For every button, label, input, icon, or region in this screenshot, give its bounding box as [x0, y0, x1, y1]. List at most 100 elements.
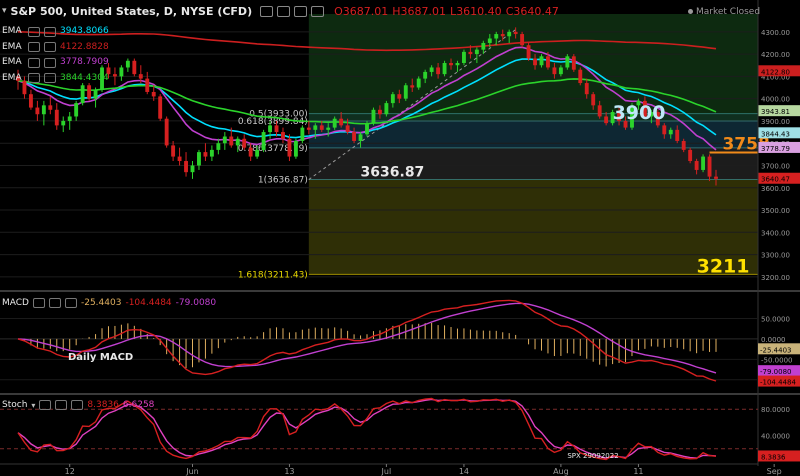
candle-body: [61, 120, 66, 126]
price-tag-label: 3943.81: [761, 108, 790, 116]
more-icon[interactable]: [311, 5, 325, 17]
candle-body: [326, 127, 331, 130]
eye-icon[interactable]: [28, 57, 40, 68]
close-icon[interactable]: [71, 400, 84, 410]
close-icon[interactable]: [294, 5, 308, 17]
candle-body: [41, 105, 46, 115]
candle-body: [416, 78, 421, 88]
macd-tag-label: -79.0080: [760, 368, 791, 376]
level-3636-label: 3636.87: [361, 165, 425, 181]
macd-legend-hist: -25.4403: [80, 298, 122, 308]
candle-body: [352, 132, 357, 141]
ohlc-open: O3687.01: [334, 4, 389, 18]
candle-body: [190, 165, 195, 173]
settings-icon[interactable]: [277, 5, 291, 17]
stoch-tag-label: 8.3836: [761, 453, 786, 461]
gear-icon[interactable]: [44, 26, 56, 37]
ma-legend-row[interactable]: EMA 3844.4304: [2, 71, 109, 87]
ma-legend-value: 3778.7909: [60, 57, 109, 67]
candle-body: [481, 42, 486, 50]
macd-legend[interactable]: MACD -25.4403 -104.4484 -79.0080: [2, 298, 216, 308]
candle-body: [455, 63, 460, 66]
ma-legend: EMA 3943.8066 EMA 4122.8828 EMA 3778.790…: [2, 24, 109, 86]
candle-body: [365, 123, 369, 135]
candle-body: [565, 56, 570, 68]
eye-icon[interactable]: [28, 73, 40, 84]
close-icon[interactable]: [64, 298, 77, 308]
ma-legend-row[interactable]: EMA 3943.8066: [2, 24, 109, 40]
ma-legend-row[interactable]: EMA 3778.7909: [2, 55, 109, 71]
visibility-icon[interactable]: [260, 5, 274, 17]
ohlc-low: L3610.40: [450, 4, 502, 18]
market-status: Market Closed: [688, 7, 760, 17]
macd-caption: Daily MACD: [68, 352, 133, 363]
eye-icon[interactable]: [32, 298, 45, 308]
x-tick-label: Sep: [767, 467, 782, 476]
gear-icon[interactable]: [55, 400, 68, 410]
y-tick-label: 3400.00: [761, 229, 790, 237]
candle-body: [113, 74, 117, 77]
chart-title[interactable]: S&P 500, United States, D, NYSE (CFD): [11, 5, 253, 18]
gear-icon[interactable]: [44, 42, 56, 53]
y-tick-label: 4200.00: [761, 51, 790, 59]
candle-body: [242, 138, 247, 148]
candle-body: [300, 127, 305, 141]
x-tick-label: 12: [65, 467, 75, 476]
candle-body: [235, 138, 240, 146]
candle-body: [261, 132, 266, 150]
price-tag-label: 4122.80: [761, 68, 790, 76]
macd-tick-label: -50.0000: [761, 356, 792, 364]
stoch-legend[interactable]: Stoch ▾ 8.3836 6.6258: [2, 400, 154, 410]
ma-legend-row[interactable]: EMA 4122.8828: [2, 40, 109, 56]
macd-tick-label: 0.0000: [761, 336, 786, 344]
candle-body: [345, 125, 350, 133]
candle-body: [604, 116, 609, 124]
macd-legend-name: MACD: [2, 298, 29, 308]
chevron-down-icon[interactable]: ▾: [31, 401, 35, 410]
ma-legend-name: EMA: [2, 26, 22, 36]
eye-icon[interactable]: [39, 400, 52, 410]
symbol-collapse-icon[interactable]: ▾: [2, 6, 7, 16]
candle-body: [177, 156, 182, 162]
x-tick-label: Jul: [381, 467, 392, 476]
candle-body: [487, 38, 492, 43]
candle-body: [403, 85, 408, 99]
candle-body: [377, 109, 382, 115]
candle-body: [507, 31, 512, 37]
gear-icon[interactable]: [44, 73, 56, 84]
status-dot-icon: [688, 9, 693, 14]
candle-body: [132, 60, 137, 75]
candle-body: [707, 156, 712, 177]
level-3211-label: 3211: [697, 255, 750, 277]
candle-body: [222, 136, 227, 144]
y-tick-label: 4000.00: [761, 96, 790, 104]
gear-icon[interactable]: [44, 57, 56, 68]
candle-body: [578, 69, 583, 84]
price-tag-label: 3844.43: [761, 130, 790, 138]
eye-icon[interactable]: [28, 42, 40, 53]
candle-body: [197, 152, 201, 166]
candle-body: [209, 149, 214, 157]
y-tick-label: 3700.00: [761, 162, 790, 170]
candle-body: [281, 132, 285, 139]
candle-body: [468, 51, 473, 55]
candle-body: [184, 161, 188, 173]
candle-body: [571, 56, 576, 70]
candle-body: [274, 125, 279, 133]
price-tag-label: 3640.47: [761, 176, 790, 184]
ma-legend-name: EMA: [2, 41, 22, 52]
candle-body: [371, 109, 376, 124]
stoch-legend-k: 8.3836: [87, 400, 119, 410]
chart-window: 4300.004200.004100.004000.003900.003800.…: [0, 0, 800, 476]
ma-legend-name: EMA: [2, 72, 22, 83]
eye-icon[interactable]: [28, 26, 40, 37]
candle-body: [80, 85, 85, 104]
stoch-tick-label: 40.0000: [761, 433, 790, 441]
candle-body: [293, 140, 298, 157]
candle-body: [688, 149, 693, 162]
candle-body: [171, 145, 176, 157]
y-tick-label: 3300.00: [761, 252, 790, 260]
candle-body: [384, 103, 389, 115]
candle-body: [714, 176, 718, 179]
gear-icon[interactable]: [48, 298, 61, 308]
